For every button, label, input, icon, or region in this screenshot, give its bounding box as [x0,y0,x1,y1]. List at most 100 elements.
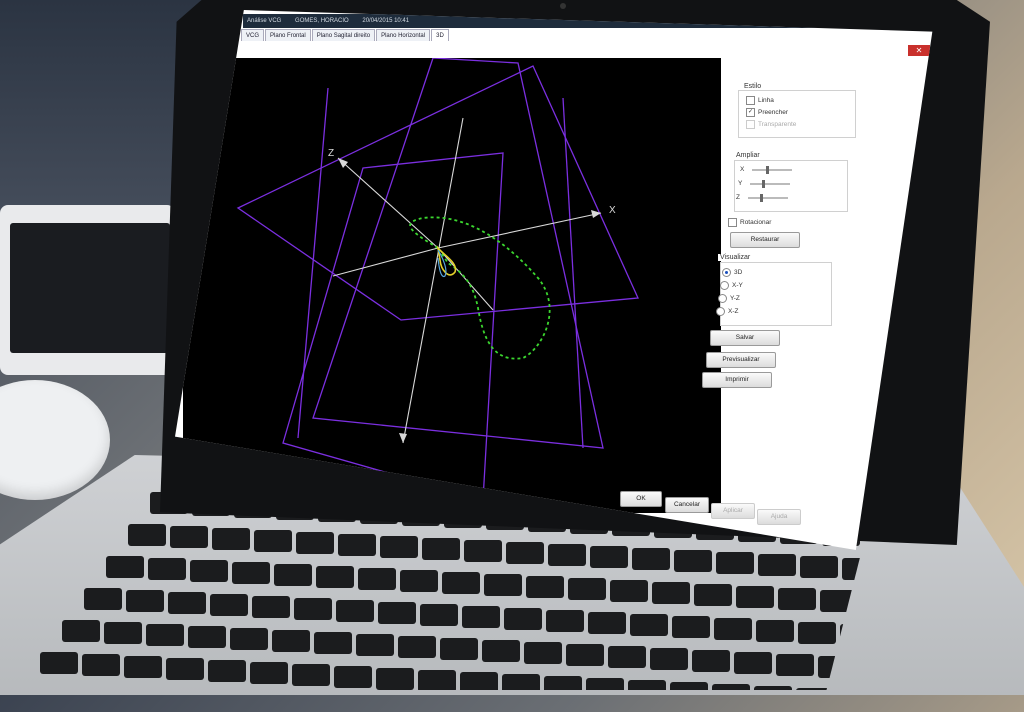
keyboard-key [608,646,646,668]
view-xz-radio[interactable] [716,307,725,316]
view-xy-option[interactable]: X-Y [720,281,743,290]
ampliar-x-row: X [740,165,793,174]
keyboard-key [418,670,456,690]
keyboard-key [440,638,478,660]
keyboard-key [506,542,544,564]
close-button[interactable]: ✕ [908,45,930,56]
keyboard-key [778,588,816,610]
keyboard-key [798,622,836,644]
view-3d-option[interactable]: 3D [722,268,742,277]
axis-z-label: Z [328,148,334,159]
ampliar-x-slider[interactable] [752,165,793,174]
keyboard-key [166,658,204,680]
keyboard-key [250,662,288,684]
view-3d-radio[interactable] [722,268,731,277]
background-tablet [0,205,175,375]
view-xy-radio[interactable] [720,281,729,290]
title-patient: GOMES, HORACIO [295,18,349,24]
keyboard-key [210,594,248,616]
tab-plano-sagital[interactable]: Plano Sagital direito [311,29,376,41]
ampliar-z-slider[interactable] [747,193,788,202]
keyboard-key [274,564,312,586]
keyboard-key [524,642,562,664]
keyboard-key [420,604,458,626]
view-yz-option[interactable]: Y-Z [718,294,740,303]
keyboard-key [484,574,522,596]
keyboard-key [124,656,162,678]
keyboard-key [316,566,354,588]
ampliar-x-label: X [740,166,745,173]
previsualizar-button[interactable]: Previsualizar [706,352,776,368]
title-app: Análise VCG [247,18,282,24]
title-date: 20/04/2015 10:41 [362,18,410,24]
tab-plano-horizontal[interactable]: Plano Horizontal [376,29,431,41]
keyboard-key [380,536,418,558]
keyboard-key [716,552,754,574]
salvar-button[interactable]: Salvar [710,330,780,346]
view-yz-label: Y-Z [730,295,740,302]
tab-vcg[interactable]: VCG [241,29,265,41]
ajuda-button[interactable]: Ajuda [757,509,801,525]
plane-frontal [282,152,504,501]
view-xz-label: X-Z [728,308,739,315]
view-3d-label: 3D [734,269,743,276]
rotacionar-checkbox[interactable] [728,218,737,227]
ampliar-z-label: Z [736,194,740,201]
ampliar-x-thumb[interactable] [766,165,770,174]
keyboard-key [758,554,796,576]
rotacionar-label: Rotacionar [740,219,772,226]
keyboard-key [296,532,334,554]
keyboard-key [422,538,460,560]
cancelar-button[interactable]: Cancelar [665,497,709,513]
transparente-checkbox[interactable] [746,120,755,129]
aplicar-button[interactable]: Aplicar [711,503,755,519]
tab-plano-frontal[interactable]: Plano Frontal [265,29,311,41]
keyboard-key [376,668,414,690]
imprimir-button[interactable]: Imprimir [702,372,772,388]
keyboard-key [630,614,668,636]
tab-3d[interactable]: 3D [431,29,449,41]
plane-edge [562,97,584,449]
keyboard-key [190,560,228,582]
keyboard-key [566,644,604,666]
keyboard-key [632,548,670,570]
preencher-option[interactable]: ✓ Preencher [746,108,788,117]
axis-y-arrow [399,433,407,443]
view-yz-radio[interactable] [718,294,727,303]
axis-neg-x [332,247,439,277]
visualizar-label: Visualizar [718,254,753,261]
keyboard-key [692,650,730,672]
ampliar-y-slider[interactable] [750,179,791,188]
restaurar-button[interactable]: Restaurar [730,232,800,248]
ampliar-z-row: Z [736,193,788,202]
keyboard-key [358,568,396,590]
linha-checkbox[interactable] [746,96,755,105]
keyboard-key [356,634,394,656]
keyboard-key [734,652,772,674]
keyboard-key [548,544,586,566]
ampliar-z-thumb[interactable] [759,193,763,202]
keyboard-key [314,632,352,654]
keyboard-key [338,534,376,556]
axis-y [402,117,464,444]
keyboard-key [254,530,292,552]
view-xz-option[interactable]: X-Z [716,307,738,316]
estilo-label: Estilo [742,83,764,90]
plane-sagittal [312,57,604,449]
keyboard-key [106,556,144,578]
keyboard-key [232,562,270,584]
transparente-option[interactable]: Transparente [746,120,796,129]
keyboard-key [672,616,710,638]
keyboard-key [230,628,268,650]
keyboard-key [62,620,100,642]
keyboard-key [252,596,290,618]
linha-option[interactable]: Linha [746,96,774,105]
camera [560,3,566,9]
ampliar-y-thumb[interactable] [762,179,766,188]
keyboard-key [590,546,628,568]
preencher-checkbox[interactable]: ✓ [746,108,755,117]
view-3d-canvas[interactable]: Z X [183,57,721,513]
rotacionar-option[interactable]: Rotacionar [728,218,771,227]
ok-button[interactable]: OK [620,491,662,507]
keyboard-key [126,590,164,612]
